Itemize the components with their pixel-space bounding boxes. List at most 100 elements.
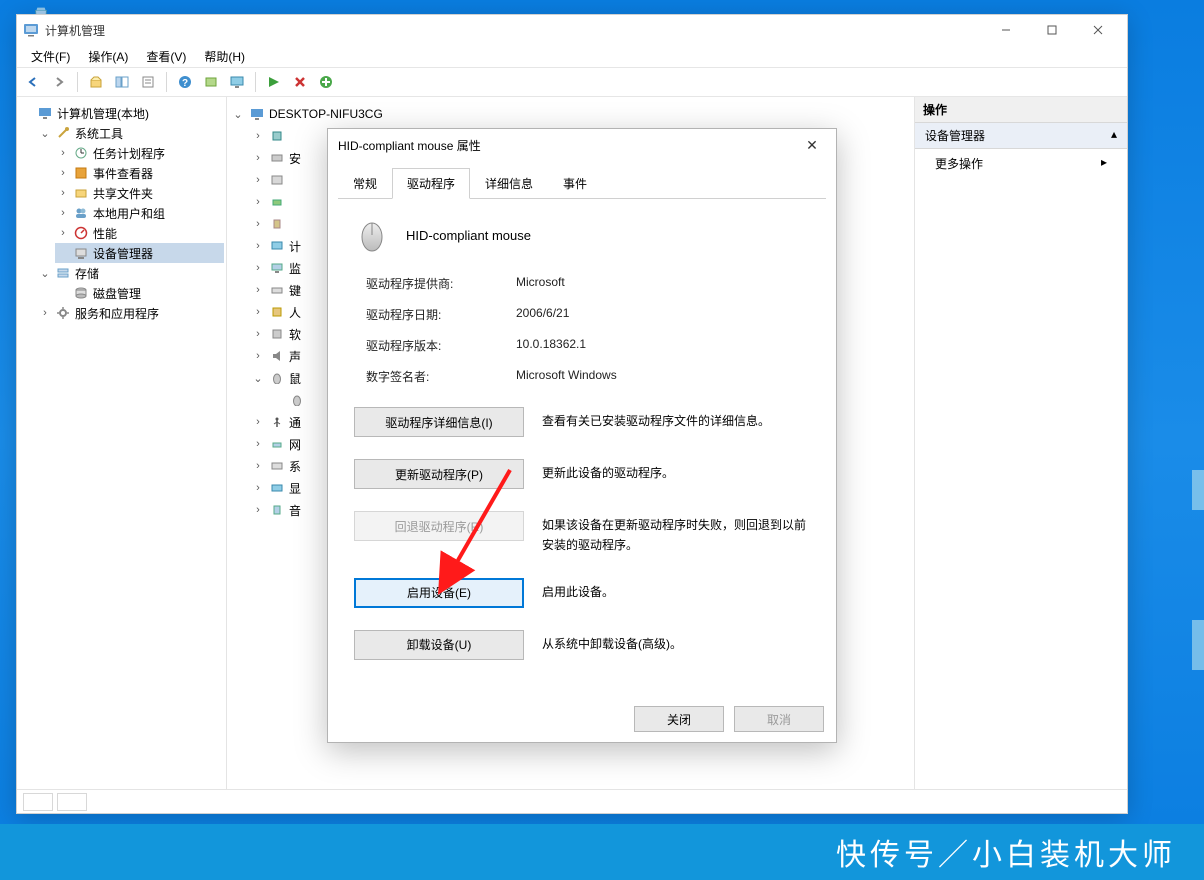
pc-icon bbox=[249, 106, 265, 122]
enable-device-desc: 启用此设备。 bbox=[542, 578, 810, 602]
window-title: 计算机管理 bbox=[45, 22, 983, 39]
maximize-button[interactable] bbox=[1029, 15, 1075, 45]
tree-device-manager[interactable]: 设备管理器 bbox=[55, 243, 224, 263]
users-icon bbox=[73, 205, 89, 221]
mouse-icon bbox=[354, 217, 390, 253]
actions-more-label: 更多操作 bbox=[935, 155, 983, 172]
rollback-driver-button: 回退驱动程序(R) bbox=[354, 511, 524, 541]
actions-section-label: 设备管理器 bbox=[925, 127, 985, 144]
hid-icon bbox=[269, 304, 285, 320]
device-root-label: DESKTOP-NIFU3CG bbox=[269, 107, 383, 121]
ports-icon bbox=[269, 216, 285, 232]
actions-section-title[interactable]: 设备管理器 ▴ bbox=[915, 123, 1127, 149]
disable-device-button[interactable] bbox=[288, 70, 312, 94]
computer-icon bbox=[37, 105, 53, 121]
statusbar-cell bbox=[57, 793, 87, 811]
disk-drives-icon bbox=[269, 150, 285, 166]
rollback-driver-desc: 如果该设备在更新驱动程序时失败，则回退到以前安装的驱动程序。 bbox=[542, 511, 810, 556]
tab-details[interactable]: 详细信息 bbox=[470, 168, 548, 199]
tree-label: 性能 bbox=[93, 225, 117, 242]
software-devices-icon bbox=[269, 326, 285, 342]
properties-button[interactable] bbox=[136, 70, 160, 94]
label-date: 驱动程序日期: bbox=[366, 306, 516, 323]
device-name-label: HID-compliant mouse bbox=[406, 228, 531, 243]
tree-root[interactable]: 计算机管理(本地) bbox=[19, 103, 224, 123]
uninstall-device-button[interactable]: 卸载设备(U) bbox=[354, 630, 524, 660]
network-icon bbox=[269, 436, 285, 452]
tree-system-tools[interactable]: ⌄ 系统工具 bbox=[37, 123, 224, 143]
actions-header: 操作 bbox=[915, 97, 1127, 123]
statusbar bbox=[17, 789, 1127, 813]
tree-performance[interactable]: ›性能 bbox=[55, 223, 224, 243]
monitor-button[interactable] bbox=[225, 70, 249, 94]
update-driver-button[interactable]: 更新驱动程序(P) bbox=[354, 459, 524, 489]
enable-device-button[interactable] bbox=[262, 70, 286, 94]
close-button[interactable] bbox=[1075, 15, 1121, 45]
driver-details-desc: 查看有关已安装驱动程序文件的详细信息。 bbox=[542, 407, 810, 431]
audio-inputs-icon bbox=[269, 502, 285, 518]
titlebar[interactable]: 计算机管理 bbox=[17, 15, 1127, 45]
dialog-tabs: 常规 驱动程序 详细信息 事件 bbox=[328, 167, 836, 198]
scan-button[interactable] bbox=[199, 70, 223, 94]
processor-icon bbox=[269, 128, 285, 144]
driver-info: 驱动程序提供商: Microsoft 驱动程序日期: 2006/6/21 驱动程… bbox=[366, 275, 810, 385]
help-button[interactable]: ? bbox=[173, 70, 197, 94]
menu-help[interactable]: 帮助(H) bbox=[196, 46, 253, 67]
dialog-close-action-button[interactable]: 关闭 bbox=[634, 706, 724, 732]
menu-view[interactable]: 查看(V) bbox=[138, 46, 194, 67]
label-version: 驱动程序版本: bbox=[366, 337, 516, 354]
dialog-close-button[interactable]: ✕ bbox=[798, 131, 826, 159]
tree-task-scheduler[interactable]: ›任务计划程序 bbox=[55, 143, 224, 163]
storage-icon bbox=[55, 265, 71, 281]
dialog-footer: 关闭 取消 bbox=[328, 696, 836, 742]
value-signer: Microsoft Windows bbox=[516, 368, 810, 385]
tree-shared-folders[interactable]: ›共享文件夹 bbox=[55, 183, 224, 203]
tree-storage[interactable]: ⌄存储 bbox=[37, 263, 224, 283]
tree-disk-management[interactable]: 磁盘管理 bbox=[55, 283, 224, 303]
actions-more-link[interactable]: 更多操作 ▸ bbox=[915, 149, 1127, 178]
menu-action[interactable]: 操作(A) bbox=[80, 46, 136, 67]
enable-device-button[interactable]: 启用设备(E) bbox=[354, 578, 524, 608]
app-icon bbox=[23, 22, 39, 38]
desktop-edge-band bbox=[1192, 620, 1204, 670]
value-date: 2006/6/21 bbox=[516, 306, 810, 323]
chevron-right-icon: ▸ bbox=[1101, 155, 1107, 172]
dialog-titlebar[interactable]: HID-compliant mouse 属性 ✕ bbox=[328, 129, 836, 161]
minimize-button[interactable] bbox=[983, 15, 1029, 45]
show-hide-tree-button[interactable] bbox=[110, 70, 134, 94]
update-driver-button[interactable] bbox=[314, 70, 338, 94]
device-root[interactable]: ⌄DESKTOP-NIFU3CG bbox=[231, 103, 910, 125]
statusbar-cell bbox=[23, 793, 53, 811]
forward-button[interactable] bbox=[47, 70, 71, 94]
up-button[interactable] bbox=[84, 70, 108, 94]
label-provider: 驱动程序提供商: bbox=[366, 275, 516, 292]
tab-general[interactable]: 常规 bbox=[338, 168, 392, 199]
tree-label: 任务计划程序 bbox=[93, 145, 165, 162]
mouse-icon bbox=[289, 392, 305, 408]
tab-events[interactable]: 事件 bbox=[548, 168, 602, 199]
tree-label: 事件查看器 bbox=[93, 165, 153, 182]
event-icon bbox=[73, 165, 89, 181]
back-button[interactable] bbox=[21, 70, 45, 94]
computer-icon bbox=[269, 238, 285, 254]
uninstall-device-desc: 从系统中卸载设备(高级)。 bbox=[542, 630, 810, 654]
menu-file[interactable]: 文件(F) bbox=[23, 46, 78, 67]
menubar: 文件(F) 操作(A) 查看(V) 帮助(H) bbox=[17, 45, 1127, 67]
tree-event-viewer[interactable]: ›事件查看器 bbox=[55, 163, 224, 183]
clock-icon bbox=[73, 145, 89, 161]
dialog-title: HID-compliant mouse 属性 bbox=[338, 137, 798, 154]
tree-local-users[interactable]: ›本地用户和组 bbox=[55, 203, 224, 223]
shared-folder-icon bbox=[73, 185, 89, 201]
sound-icon bbox=[269, 348, 285, 364]
tab-driver[interactable]: 驱动程序 bbox=[392, 168, 470, 199]
driver-details-button[interactable]: 驱动程序详细信息(I) bbox=[354, 407, 524, 437]
actions-panel: 操作 设备管理器 ▴ 更多操作 ▸ bbox=[915, 97, 1127, 789]
tree-services-apps[interactable]: ›服务和应用程序 bbox=[37, 303, 224, 323]
mouse-icon bbox=[269, 370, 285, 386]
tools-icon bbox=[55, 125, 71, 141]
disk-icon bbox=[73, 285, 89, 301]
watermark-bar: 快传号／小白装机大师 bbox=[0, 824, 1204, 880]
update-driver-desc: 更新此设备的驱动程序。 bbox=[542, 459, 810, 483]
value-provider: Microsoft bbox=[516, 275, 810, 292]
tree-label: 磁盘管理 bbox=[93, 285, 141, 302]
